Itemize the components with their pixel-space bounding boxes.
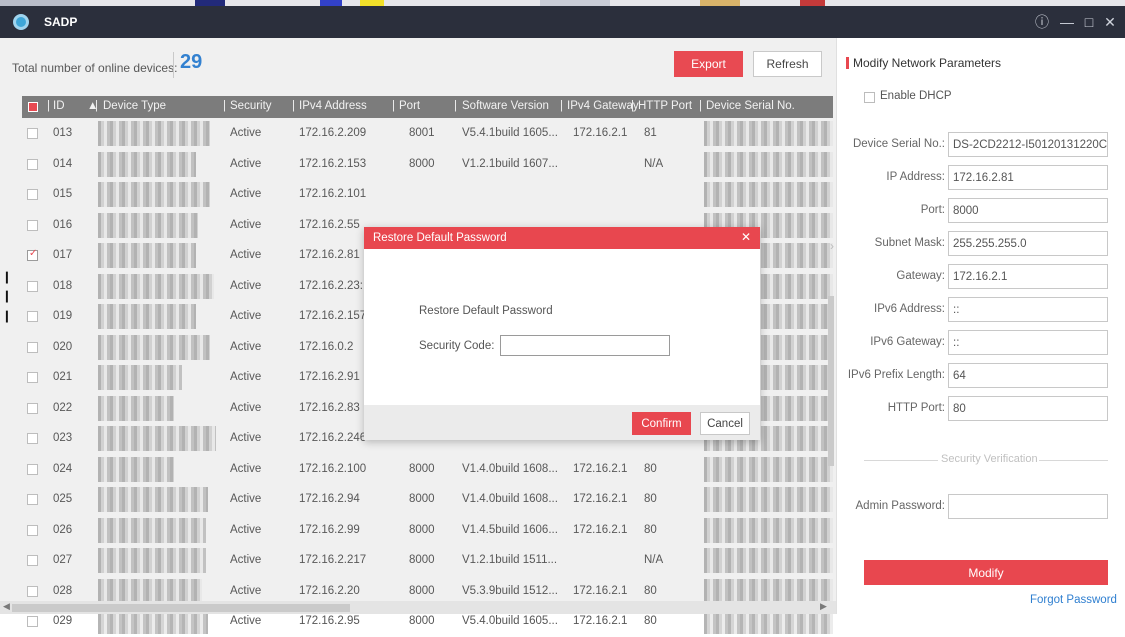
divider-right	[1039, 460, 1108, 461]
field-input[interactable]: ::	[948, 330, 1108, 355]
security-verification-label: Security Verification	[941, 453, 1038, 465]
edge-artifact: ▎	[6, 312, 14, 323]
field-input[interactable]: DS-2CD2212-I50120131220CCRR4	[948, 132, 1108, 157]
restore-password-dialog: Restore Default Password ✕ Restore Defau…	[364, 227, 760, 440]
field-label: IPv6 Address:	[874, 303, 945, 315]
field-input[interactable]: 172.16.2.1	[948, 264, 1108, 289]
cell-ipv4-gateway: 172.16.2.1	[573, 615, 628, 627]
forgot-password-link[interactable]: Forgot Password	[1030, 594, 1117, 606]
enable-dhcp-label: Enable DHCP	[880, 90, 952, 102]
maximize-icon[interactable]: □	[1080, 13, 1098, 31]
field-input[interactable]: 8000	[948, 198, 1108, 223]
modify-button[interactable]: Modify	[864, 560, 1108, 585]
title-bar: SADP ⓘ — □ ✕	[0, 6, 1125, 38]
field-input[interactable]: 64	[948, 363, 1108, 388]
field-input[interactable]: 80	[948, 396, 1108, 421]
divider-left	[864, 460, 938, 461]
edge-artifact: ▎	[6, 292, 14, 303]
field-label: Gateway:	[896, 270, 945, 282]
field-label: IPv6 Gateway:	[870, 336, 945, 348]
field-input[interactable]: 172.16.2.81	[948, 165, 1108, 190]
edge-artifact: ▎	[6, 273, 14, 284]
cell-http-port: 80	[644, 615, 657, 627]
device-list-panel: Total number of online devices: 29 Expor…	[0, 38, 836, 634]
dialog-close-icon[interactable]: ✕	[741, 230, 751, 244]
cell-port: 8000	[409, 615, 435, 627]
field-label: Subnet Mask:	[874, 237, 945, 249]
dialog-title: Restore Default Password	[373, 232, 507, 244]
field-label: HTTP Port:	[887, 402, 945, 414]
security-code-input[interactable]	[500, 335, 670, 356]
cell-ipv4: 172.16.2.95	[299, 615, 360, 627]
field-label: Device Serial No.:	[852, 138, 945, 150]
confirm-button[interactable]: Confirm	[632, 412, 691, 435]
app-title: SADP	[44, 15, 78, 29]
field-input[interactable]: ::	[948, 297, 1108, 322]
cell-software-version: V5.4.0build 1605...	[462, 615, 558, 627]
minimize-icon[interactable]: —	[1058, 13, 1076, 31]
modify-network-panel: Modify Network Parameters Enable DHCP De…	[836, 38, 1125, 614]
cell-id: 029	[53, 615, 73, 627]
dialog-header: Restore Default Password ✕	[364, 227, 760, 249]
cell-security: Active	[230, 615, 262, 627]
row-checkbox[interactable]	[27, 616, 38, 627]
field-label: IP Address:	[886, 171, 945, 183]
panel-title: Modify Network Parameters	[845, 56, 1002, 70]
enable-dhcp-checkbox[interactable]	[864, 92, 875, 103]
admin-password-label: Admin Password:	[855, 500, 945, 512]
field-label: Port:	[920, 204, 945, 216]
dialog-footer: Confirm Cancel	[364, 405, 760, 440]
info-icon[interactable]: ⓘ	[1033, 13, 1051, 31]
cancel-button[interactable]: Cancel	[700, 412, 750, 435]
field-label: IPv6 Prefix Length:	[847, 369, 945, 381]
field-input[interactable]: 255.255.255.0	[948, 231, 1108, 256]
dialog-subtitle: Restore Default Password	[419, 305, 553, 317]
admin-password-input[interactable]	[948, 494, 1108, 519]
app-logo-icon	[13, 14, 29, 30]
security-code-label: Security Code:	[419, 340, 495, 352]
close-icon[interactable]: ✕	[1101, 13, 1119, 31]
